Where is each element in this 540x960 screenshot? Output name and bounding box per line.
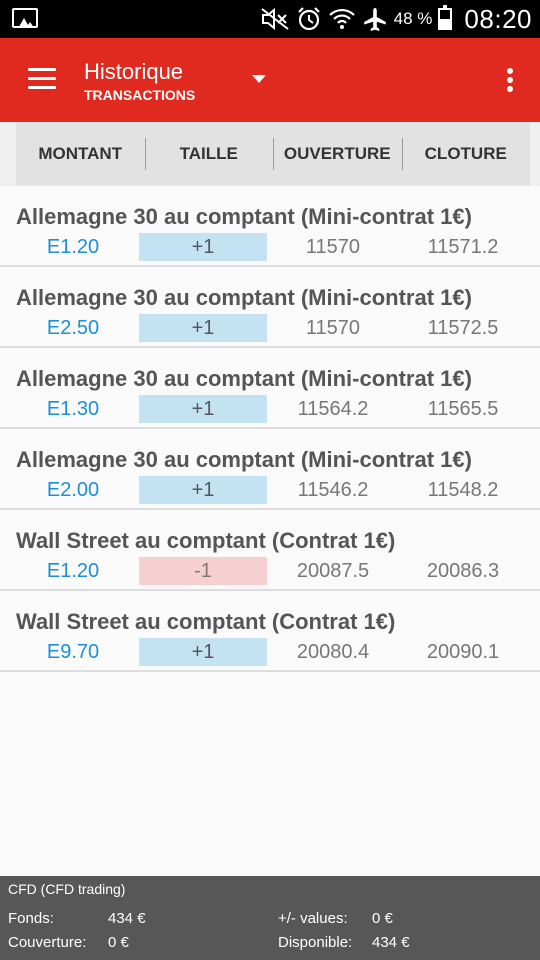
instrument-name: Allemagne 30 au comptant (Mini-contrat 1… [16,366,472,391]
column-header-cloture[interactable]: CLOTURE [401,122,531,186]
instrument-name: Wall Street au comptant (Contrat 1€) [16,609,396,634]
open-value: 11564.2 [297,398,369,420]
fonds-label: Fonds: [8,910,54,927]
transaction-list: Allemagne 30 au comptant (Mini-contrat 1… [0,186,540,672]
open-value: 20080.4 [296,641,370,663]
dropdown-icon[interactable] [252,75,266,83]
mute-icon [261,7,289,31]
page-subtitle: TRANSACTIONS [84,87,196,103]
amount-value: E2.50 [46,317,100,339]
overflow-menu-icon[interactable] [506,68,514,94]
system-icons: 48 % 08:20 [260,0,540,38]
open-value: 20087.5 [296,560,370,582]
close-value: 20086.3 [426,560,500,582]
transaction-row[interactable]: Allemagne 30 au comptant (Mini-contrat 1… [0,429,540,510]
instrument-name: Wall Street au comptant (Contrat 1€) [16,528,396,553]
size-badge: +1 [139,638,267,666]
battery-icon [438,5,453,30]
battery-percent: 48 % [393,9,433,28]
disponible-label: Disponible: [278,934,353,951]
plus-minus-values-label: +/- values: [278,910,348,927]
close-value: 11572.5 [427,317,499,339]
transaction-row[interactable]: Wall Street au comptant (Contrat 1€) E1.… [0,510,540,591]
status-bar: 48 % 08:20 [0,0,540,38]
close-value: 11565.5 [427,398,499,420]
open-value: 11546.2 [297,479,369,501]
alarm-icon [297,7,320,31]
amount-value: E2.00 [46,479,100,501]
account-summary: CFD (CFD trading) Fonds: 434 € Couvertur… [0,876,540,960]
column-header-taille[interactable]: TAILLE [144,122,274,186]
transaction-row[interactable]: Allemagne 30 au comptant (Mini-contrat 1… [0,267,540,348]
size-badge: +1 [139,314,267,342]
open-value: 11570 [305,317,361,339]
instrument-name: Allemagne 30 au comptant (Mini-contrat 1… [16,204,472,229]
size-badge: +1 [139,233,267,261]
transaction-row[interactable]: Allemagne 30 au comptant (Mini-contrat 1… [0,186,540,267]
amount-value: E1.20 [46,560,100,582]
instrument-name: Allemagne 30 au comptant (Mini-contrat 1… [16,447,472,472]
disponible-value: 434 € [372,934,410,951]
size-badge: -1 [139,557,267,585]
gallery-icon [12,8,38,28]
close-value: 20090.1 [426,641,500,663]
page-title: Historique [84,59,184,84]
table-header: MONTANT TAILLE OUVERTURE CLOTURE [0,122,540,186]
close-value: 11571.2 [427,236,499,258]
couverture-value: 0 € [108,934,129,951]
open-value: 11570 [305,236,361,258]
size-badge: +1 [139,395,267,423]
title-dropdown[interactable]: Historique TRANSACTIONS [84,60,195,104]
amount-value: E9.70 [46,641,100,663]
size-badge: +1 [139,476,267,504]
wifi-icon [328,8,355,29]
column-headers: MONTANT TAILLE OUVERTURE CLOTURE [16,122,530,186]
account-name: CFD (CFD trading) [8,881,126,897]
close-value: 11548.2 [427,479,499,501]
column-header-montant[interactable]: MONTANT [16,122,145,186]
couverture-label: Couverture: [8,934,87,951]
fonds-value: 434 € [108,910,146,927]
column-header-ouverture[interactable]: OUVERTURE [273,122,402,186]
amount-value: E1.30 [46,398,100,420]
menu-icon[interactable] [28,68,56,90]
transaction-row[interactable]: Wall Street au comptant (Contrat 1€) E9.… [0,591,540,672]
clock: 08:20 [464,3,532,34]
instrument-name: Allemagne 30 au comptant (Mini-contrat 1… [16,285,472,310]
app-bar: Historique TRANSACTIONS [0,38,540,122]
airplane-icon [363,8,386,31]
transaction-row[interactable]: Allemagne 30 au comptant (Mini-contrat 1… [0,348,540,429]
amount-value: E1.20 [46,236,100,258]
plus-minus-values-value: 0 € [372,910,393,927]
